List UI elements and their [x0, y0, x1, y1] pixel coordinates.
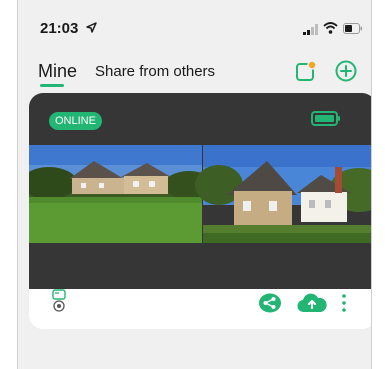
- signal-icon: [303, 24, 318, 35]
- more-icon[interactable]: [339, 292, 349, 314]
- status-bar: 21:03: [18, 0, 371, 44]
- share-icon[interactable]: [258, 293, 282, 313]
- status-badge: ONLINE: [49, 112, 102, 130]
- card-footer: [29, 289, 371, 329]
- camera-preview[interactable]: [29, 145, 371, 243]
- tab-mine[interactable]: Mine: [38, 61, 77, 82]
- wifi-icon: [323, 22, 338, 34]
- status-time: 21:03: [40, 20, 79, 37]
- battery-icon: [343, 23, 362, 34]
- tab-active-indicator: [40, 84, 64, 87]
- app-frame: 21:03 Mine Share from others ONLINE: [17, 0, 372, 369]
- header: Mine Share from others: [18, 52, 371, 88]
- cloud-icon[interactable]: [297, 293, 327, 313]
- device-card[interactable]: ONLINE: [29, 93, 371, 329]
- notification-icon[interactable]: [295, 60, 317, 82]
- tab-share-from-others[interactable]: Share from others: [95, 63, 215, 80]
- location-arrow-icon: [86, 22, 97, 33]
- video-panel[interactable]: ONLINE: [29, 93, 371, 289]
- add-icon[interactable]: [335, 60, 357, 82]
- camera-icon: [52, 289, 66, 312]
- battery-full-icon: [311, 111, 340, 126]
